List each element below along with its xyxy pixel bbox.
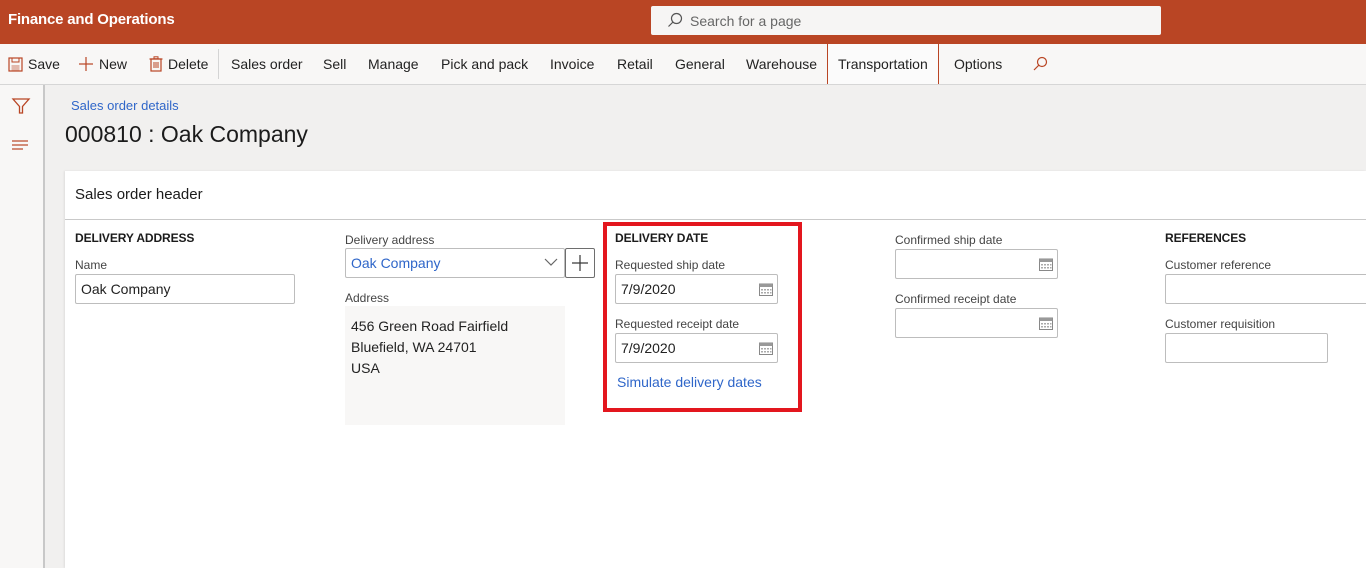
plus-icon [79, 57, 93, 72]
calendar-icon[interactable] [1039, 316, 1053, 330]
requested-ship-date-field[interactable]: 7/9/2020 [615, 274, 778, 304]
search-input[interactable]: Search for a page [651, 6, 1161, 35]
calendar-icon[interactable] [1039, 257, 1053, 271]
name-label: Name [75, 258, 108, 272]
delivery-address-lookup[interactable]: Oak Company [345, 248, 565, 278]
action-search-button[interactable] [1032, 44, 1053, 84]
action-pane: Save New Delete Sales order Sell Manage … [0, 43, 1366, 85]
left-rail [0, 85, 45, 568]
delivery-address-group-title: DELIVERY ADDRESS [75, 231, 195, 245]
sales-order-header-card: Sales order header DELIVERY ADDRESS Name… [65, 171, 1366, 568]
new-button[interactable]: New [78, 44, 127, 84]
tab-manage[interactable]: Manage [368, 44, 419, 84]
address-display: 456 Green Road Fairfield Bluefield, WA 2… [345, 306, 565, 425]
breadcrumb-link[interactable]: Sales order details [71, 98, 179, 113]
card-header[interactable]: Sales order header [65, 171, 1366, 220]
delivery-address-value: Oak Company [351, 255, 441, 271]
page-title: 000810 : Oak Company [65, 121, 308, 147]
calendar-icon[interactable] [759, 282, 773, 296]
requested-ship-date-label: Requested ship date [615, 258, 726, 272]
confirmed-ship-date-field[interactable] [895, 249, 1058, 279]
requested-receipt-date-label: Requested receipt date [615, 317, 740, 331]
chevron-down-icon[interactable] [544, 257, 558, 267]
confirmed-receipt-date-field[interactable] [895, 308, 1058, 338]
requested-receipt-date-value: 7/9/2020 [621, 340, 676, 356]
filter-icon[interactable] [11, 96, 31, 116]
customer-requisition-label: Customer requisition [1165, 317, 1276, 331]
customer-requisition-field[interactable] [1165, 333, 1328, 363]
confirmed-ship-date-label: Confirmed ship date [895, 233, 1003, 247]
tab-retail[interactable]: Retail [617, 44, 653, 84]
tab-invoice[interactable]: Invoice [550, 44, 594, 84]
card-title: Sales order header [75, 186, 203, 203]
confirmed-receipt-date-label: Confirmed receipt date [895, 292, 1017, 306]
add-address-button[interactable] [565, 248, 595, 278]
save-button[interactable]: Save [8, 44, 60, 84]
plus-icon [572, 255, 588, 271]
action-separator [218, 49, 219, 79]
customer-reference-label: Customer reference [1165, 258, 1272, 272]
address-line: 456 Green Road Fairfield [351, 318, 509, 334]
delete-button[interactable]: Delete [149, 44, 208, 84]
simulate-delivery-dates-link[interactable]: Simulate delivery dates [617, 374, 762, 390]
delivery-date-group-title: DELIVERY DATE [615, 231, 709, 245]
address-line: Bluefield, WA 24701 [351, 339, 477, 355]
customer-reference-field[interactable] [1165, 274, 1366, 304]
name-field[interactable]: Oak Company [75, 274, 295, 304]
calendar-icon[interactable] [759, 341, 773, 355]
tab-transportation[interactable]: Transportation [827, 43, 939, 84]
save-icon [8, 57, 23, 72]
tab-general[interactable]: General [675, 44, 725, 84]
top-bar: Finance and Operations Search for a page [0, 0, 1366, 44]
delivery-address-label: Delivery address [345, 233, 435, 247]
references-group-title: REFERENCES [1165, 231, 1247, 245]
menu-lines-icon[interactable] [11, 136, 31, 156]
app-title: Finance and Operations [8, 11, 175, 28]
tab-pick-and-pack[interactable]: Pick and pack [441, 44, 528, 84]
trash-icon [149, 56, 163, 72]
search-icon [1033, 57, 1048, 71]
tab-sell[interactable]: Sell [323, 44, 346, 84]
tab-warehouse[interactable]: Warehouse [746, 44, 817, 84]
search-placeholder: Search for a page [690, 13, 802, 29]
search-icon [668, 12, 683, 27]
address-line: USA [351, 360, 380, 376]
tab-sales-order[interactable]: Sales order [231, 44, 303, 84]
tab-options[interactable]: Options [954, 44, 1002, 84]
requested-ship-date-value: 7/9/2020 [621, 281, 676, 297]
address-label: Address [345, 291, 390, 305]
requested-receipt-date-field[interactable]: 7/9/2020 [615, 333, 778, 363]
